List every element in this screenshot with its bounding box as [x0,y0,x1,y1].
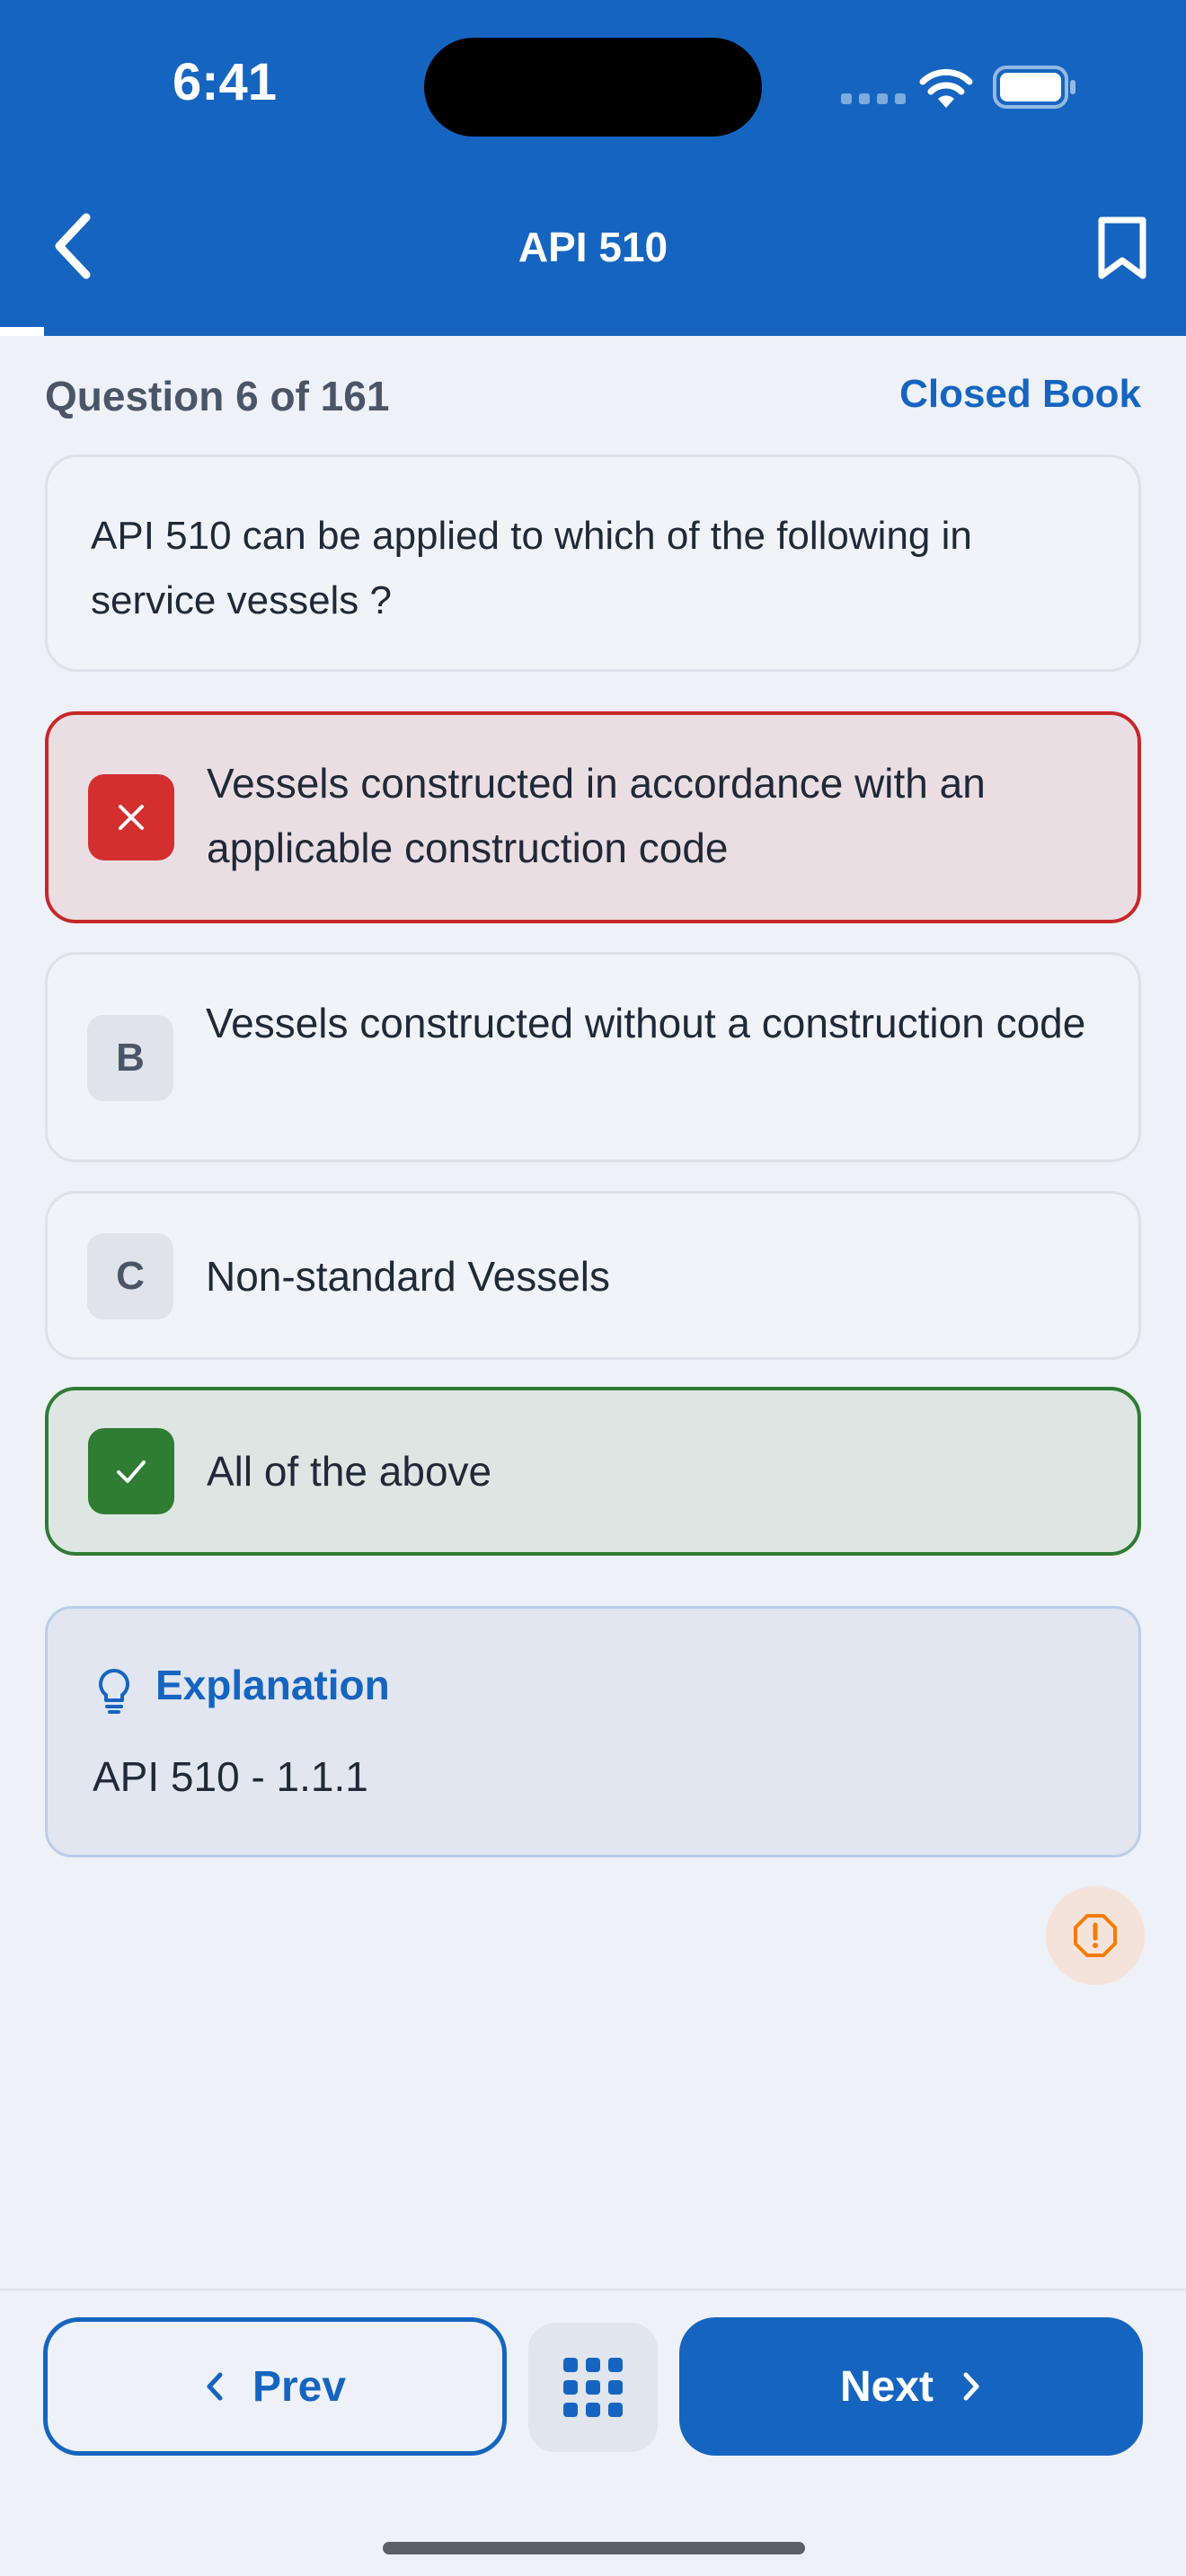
question-counter: Question 6 of 161 [45,373,390,419]
option-d-text: All of the above [207,1448,492,1495]
option-c[interactable]: C Non-standard Vessels [45,1191,1141,1360]
check-icon [117,1460,146,1483]
option-c-text: Non-standard Vessels [206,1253,611,1300]
grid-icon [563,2358,623,2417]
chevron-left-icon[interactable] [50,210,95,282]
home-indicator [383,2542,805,2554]
explanation-title: Explanation [155,1662,390,1708]
option-b[interactable]: B Vessels constructed without a construc… [45,952,1141,1162]
next-button[interactable]: Next [679,2317,1143,2456]
lightbulb-icon [99,1669,129,1714]
cellular-signal-icon [841,93,906,104]
option-d[interactable]: All of the above [45,1387,1141,1556]
prev-button[interactable]: Prev [43,2317,507,2456]
close-icon [119,805,144,830]
next-label: Next [839,2362,934,2411]
report-button[interactable] [1046,1886,1145,1985]
prev-label: Prev [252,2362,347,2411]
question-grid-button[interactable] [528,2323,658,2452]
option-c-badge: C [87,1233,173,1319]
app-header: 6:41 API 510 [0,0,1186,336]
battery-icon [993,66,1075,109]
wifi-icon [919,68,973,108]
option-a-text: Vessels constructed in accordance with a… [207,760,986,871]
progress-fill [0,327,45,336]
progress-bar [0,327,1186,336]
option-b-badge: B [87,1015,173,1101]
question-card: API 510 can be applied to which of the f… [45,454,1141,672]
dynamic-island [424,38,762,137]
status-time: 6:41 [172,53,278,111]
alert-octagon-icon [1074,1914,1117,1957]
chevron-left-icon [207,2372,223,2401]
option-d-badge [88,1428,174,1514]
mode-label: Closed Book [899,372,1141,416]
explanation-card: Explanation API 510 - 1.1.1 [45,1606,1141,1857]
chevron-right-icon [963,2372,979,2401]
question-text: API 510 can be applied to which of the f… [91,514,972,622]
option-b-text: Vessels constructed without a constructi… [206,1000,1086,1046]
option-a-badge [88,774,174,860]
bookmark-icon[interactable] [1096,216,1148,280]
explanation-text: API 510 - 1.1.1 [93,1753,368,1800]
page-title: API 510 [518,224,668,270]
option-a[interactable]: Vessels constructed in accordance with a… [45,711,1141,923]
